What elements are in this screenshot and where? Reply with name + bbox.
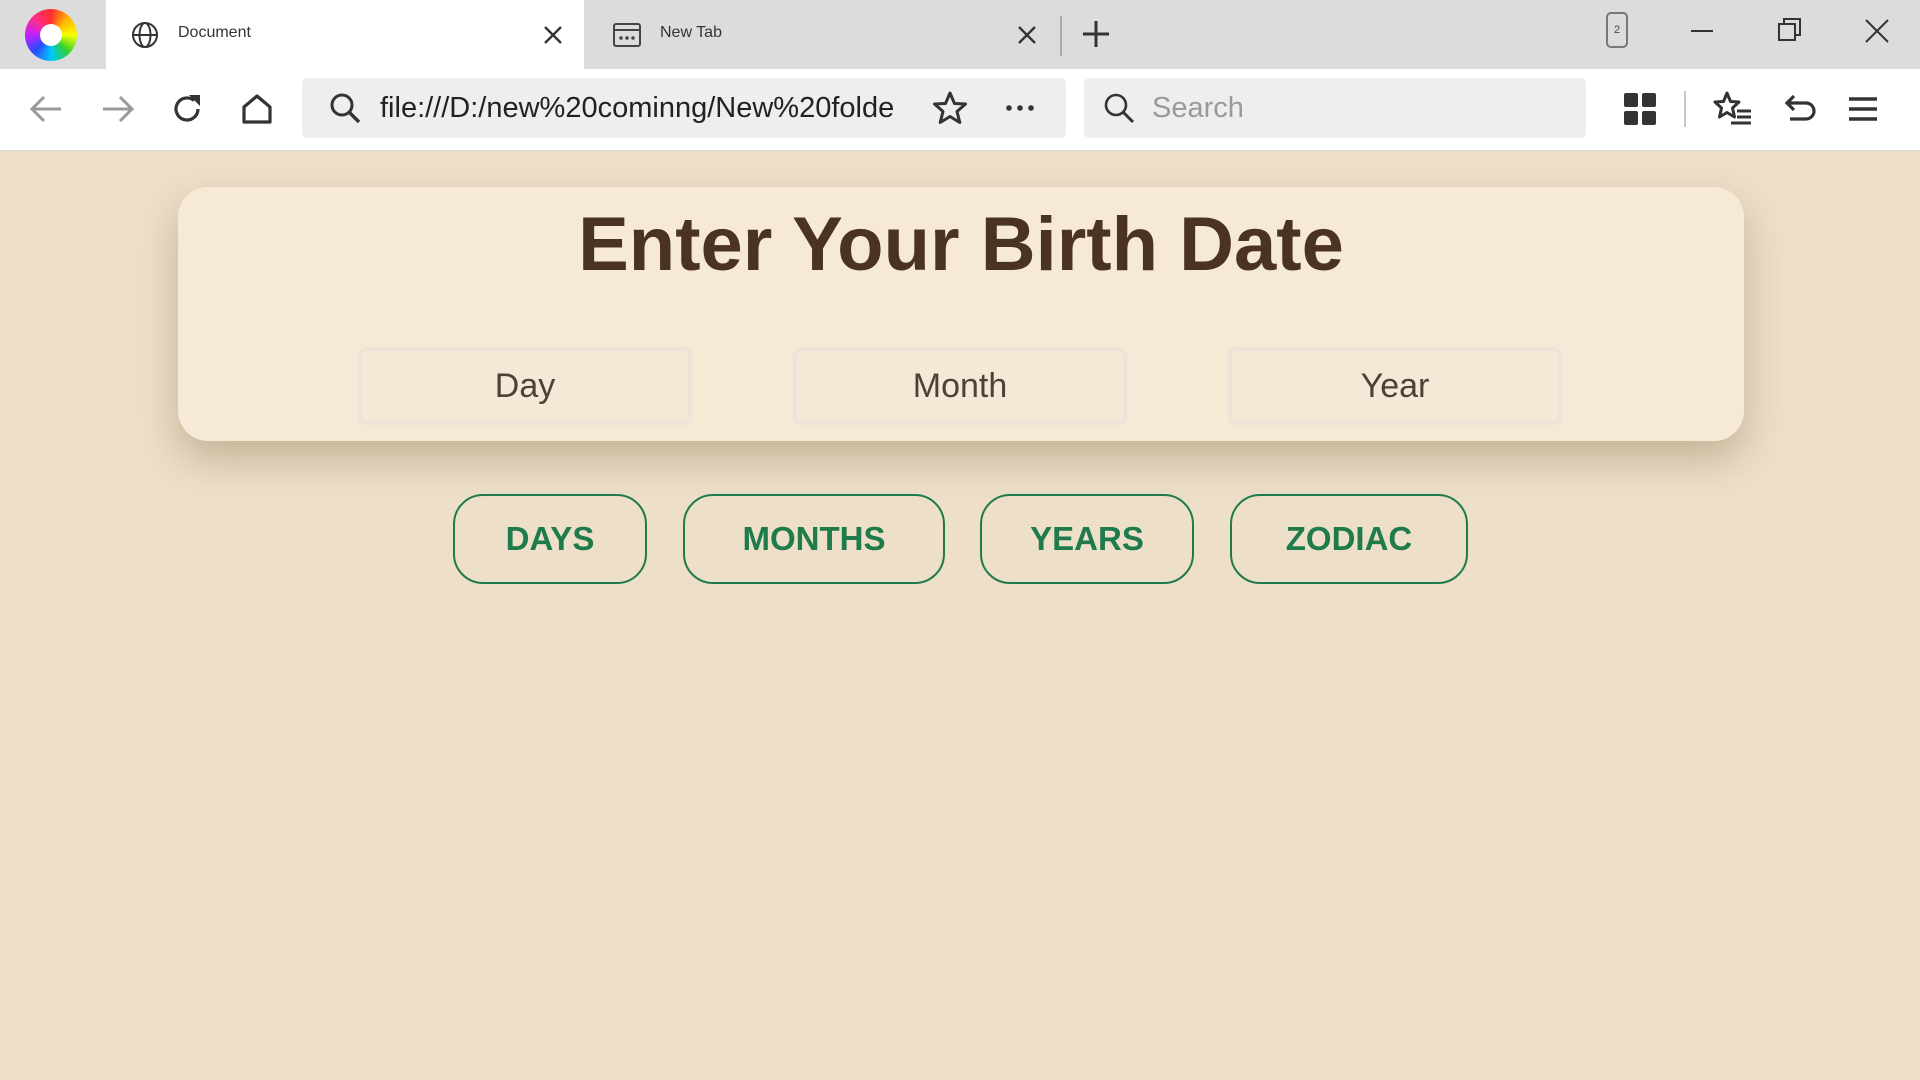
menu-hamburger-icon[interactable] [1843,89,1883,129]
address-bar[interactable]: file:///D:/new%20cominng/New%20folde [302,78,1066,138]
tab-strip: Document New Tab 2 [0,0,1920,69]
days-button[interactable]: DAYS [453,494,647,584]
years-button[interactable]: YEARS [980,494,1194,584]
url-text[interactable]: file:///D:/new%20cominng/New%20folde [380,92,920,125]
globe-icon [132,22,158,48]
months-button[interactable]: MONTHS [683,494,945,584]
search-input[interactable] [1152,78,1572,138]
close-tab-icon[interactable] [540,22,566,48]
back-arrow-icon[interactable] [27,89,67,129]
month-input[interactable] [793,347,1127,425]
day-input[interactable] [358,347,692,425]
tab-title: Document [178,24,251,41]
new-tab-plus-icon[interactable] [1078,16,1114,52]
grid-apps-icon[interactable] [1620,89,1660,129]
birth-date-card: Enter Your Birth Date [178,187,1744,441]
restore-window-icon[interactable] [1773,14,1807,48]
tab-title: New Tab [660,24,722,41]
year-input[interactable] [1228,347,1562,425]
tab-divider [1060,16,1062,56]
bookmark-star-icon[interactable] [932,90,968,126]
favorites-list-icon[interactable] [1713,89,1753,129]
close-tab-icon[interactable] [1014,22,1040,48]
more-options-icon[interactable] [1002,90,1038,126]
browser-logo-icon[interactable] [25,9,77,61]
page-title: Enter Your Birth Date [578,202,1344,287]
undo-icon[interactable] [1778,89,1818,129]
tab-count-badge[interactable]: 2 [1606,12,1628,48]
new-tab-page-icon [613,23,641,47]
tab-document[interactable]: Document [106,0,584,69]
zodiac-button[interactable]: ZODIAC [1230,494,1468,584]
close-window-icon[interactable] [1860,14,1894,48]
forward-arrow-icon[interactable] [97,89,137,129]
navigation-toolbar: file:///D:/new%20cominng/New%20folde [0,69,1920,151]
toolbar-divider [1684,91,1686,127]
tab-new-tab[interactable]: New Tab [588,0,1058,69]
reload-icon[interactable] [167,89,207,129]
home-icon[interactable] [237,89,277,129]
search-icon [1104,93,1135,124]
search-box[interactable] [1084,78,1586,138]
search-icon [330,93,361,124]
minimize-icon[interactable] [1685,14,1719,48]
